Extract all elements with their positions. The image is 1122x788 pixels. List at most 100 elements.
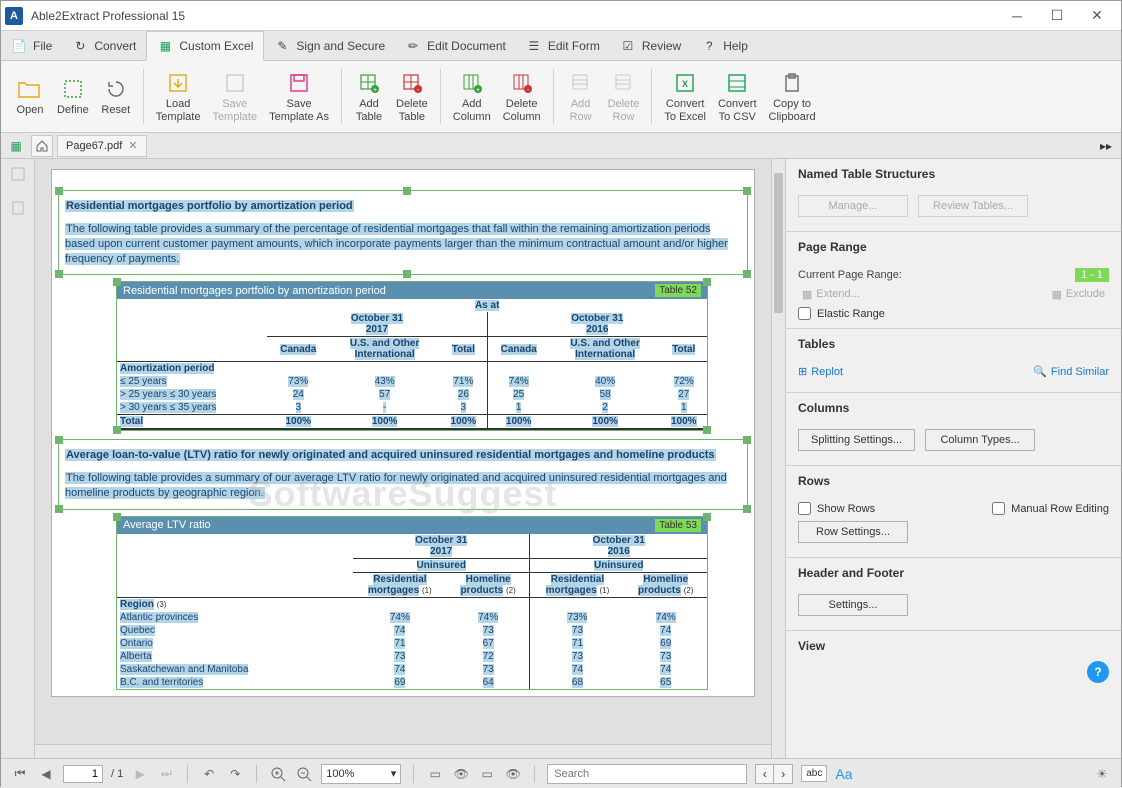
rotate-cw-button[interactable]: ↷ [226, 765, 244, 783]
zoom-out-button[interactable] [295, 765, 313, 783]
tabs-overflow[interactable]: ▸▸ [1095, 135, 1117, 157]
view-mode-2[interactable]: 👁 [452, 765, 470, 783]
clipboard-icon [779, 70, 805, 96]
search-next[interactable]: › [774, 765, 792, 783]
rp-named-title: Named Table Structures [786, 159, 1121, 185]
ribbon-to-csv[interactable]: Convert To CSV [712, 65, 763, 128]
search-input[interactable] [547, 764, 747, 784]
view-mode-1[interactable]: ▭ [426, 765, 444, 783]
replot-link[interactable]: ⊞Replot [798, 365, 843, 378]
splitting-settings-button[interactable]: Splitting Settings... [798, 429, 915, 451]
delete-table-icon: - [399, 70, 425, 96]
table-title: Residential mortgages portfolio by amort… [123, 285, 386, 297]
rp-rows-title: Rows [786, 465, 1121, 492]
left-toolbar [1, 159, 35, 758]
excel-icon: X [672, 70, 698, 96]
menu-edit-form[interactable]: ☰Edit Form [516, 31, 610, 60]
view-mode-4[interactable]: 👁 [504, 765, 522, 783]
exclude-icon: ▦ [1051, 288, 1061, 301]
excel-icon: ▦ [157, 38, 173, 54]
maximize-button[interactable]: ☐ [1037, 2, 1077, 30]
svg-text:+: + [476, 87, 480, 94]
elastic-range-check[interactable]: Elastic Range [798, 307, 1109, 320]
section-heading-2: Average loan-to-value (LTV) ratio for ne… [65, 449, 716, 461]
right-panel: Named Table Structures Manage... Review … [785, 159, 1121, 758]
rp-tables-title: Tables [786, 328, 1121, 355]
ribbon-to-excel[interactable]: XConvert To Excel [658, 65, 712, 128]
ribbon-add-table[interactable]: +Add Table [348, 65, 390, 128]
delete-column-icon: - [509, 70, 535, 96]
zoom-in-button[interactable] [269, 765, 287, 783]
titlebar: A Able2Extract Professional 15 ─ ☐ ✕ [1, 1, 1121, 31]
save-template-icon [222, 70, 248, 96]
theme-toggle[interactable]: ☀ [1093, 765, 1111, 783]
load-template-icon [165, 70, 191, 96]
ribbon-add-column[interactable]: +Add Column [447, 65, 497, 128]
app-title: Able2Extract Professional 15 [31, 9, 997, 23]
ribbon-open[interactable]: Open [9, 65, 51, 128]
edit-doc-icon: ✏ [405, 38, 421, 54]
rp-page-range-title: Page Range [786, 231, 1121, 258]
page-count: / 1 [111, 768, 123, 780]
hf-settings-button[interactable]: Settings... [798, 594, 908, 616]
tab-close-icon[interactable]: ✕ [128, 139, 137, 152]
menu-custom-excel[interactable]: ▦Custom Excel [146, 31, 264, 61]
menu-help[interactable]: ?Help [691, 31, 758, 60]
match-whole-word[interactable]: abc [801, 765, 827, 782]
delete-row-icon [611, 70, 637, 96]
prev-page-button[interactable]: ◀ [37, 765, 55, 783]
define-icon [60, 76, 86, 102]
next-page-button[interactable]: ▶ [131, 765, 149, 783]
rotate-ccw-button[interactable]: ↶ [200, 765, 218, 783]
page-thumbnails-icon[interactable] [7, 163, 29, 185]
current-range-label: Current Page Range: [798, 269, 902, 281]
row-settings-button[interactable]: Row Settings... [798, 521, 908, 543]
horizontal-scrollbar[interactable] [35, 744, 771, 758]
last-page-button[interactable]: ⏭ [157, 765, 175, 783]
table2-header-bar: Average LTV ratio Table 53 [117, 517, 707, 534]
menu-edit-document[interactable]: ✏Edit Document [395, 31, 516, 60]
view-mode-3[interactable]: ▭ [478, 765, 496, 783]
menu-sign-secure[interactable]: ✎Sign and Secure [264, 31, 395, 60]
home-tab[interactable] [31, 135, 53, 157]
convert-icon: ↻ [72, 38, 88, 54]
vertical-scrollbar[interactable] [771, 159, 785, 758]
ribbon-delete-table[interactable]: -Delete Table [390, 65, 434, 128]
menu-file[interactable]: 📄File [1, 31, 62, 60]
document-viewport[interactable]: Residential mortgages portfolio by amort… [35, 159, 785, 758]
column-types-button[interactable]: Column Types... [925, 429, 1035, 451]
section-para: The following table provides a summary o… [65, 223, 728, 265]
replot-icon: ⊞ [798, 365, 807, 378]
zoom-select[interactable]: 100%▾ [321, 764, 401, 784]
statusbar: ⏮ ◀ / 1 ▶ ⏭ ↶ ↷ 100%▾ ▭ 👁 ▭ 👁 ‹ › abc Aa… [1, 758, 1121, 788]
help-badge-icon[interactable]: ? [1087, 661, 1109, 683]
ribbon-define[interactable]: Define [51, 65, 95, 128]
find-similar-link[interactable]: 🔍Find Similar [1033, 365, 1109, 378]
ribbon-load-template[interactable]: Load Template [150, 65, 207, 128]
menu-convert[interactable]: ↻Convert [62, 31, 146, 60]
show-rows-check[interactable]: Show Rows [798, 502, 875, 515]
svg-text:+: + [373, 87, 377, 94]
manual-row-check[interactable]: Manual Row Editing [992, 502, 1109, 515]
table-53: October 31 2017October 31 2016 Uninsured… [117, 534, 707, 689]
thumbnails-toggle[interactable]: ▦ [5, 135, 27, 157]
ribbon-copy-clipboard[interactable]: Copy to Clipboard [763, 65, 822, 128]
section-heading: Residential mortgages portfolio by amort… [65, 200, 354, 212]
close-button[interactable]: ✕ [1077, 2, 1117, 30]
match-case[interactable]: Aa [835, 766, 852, 782]
attachments-icon[interactable] [7, 197, 29, 219]
search-nav: ‹ › [755, 764, 793, 784]
search-icon: 🔍 [1033, 365, 1047, 378]
ribbon-reset[interactable]: Reset [95, 65, 137, 128]
search-prev[interactable]: ‹ [756, 765, 774, 783]
minimize-button[interactable]: ─ [997, 2, 1037, 30]
page-input[interactable] [63, 765, 103, 783]
first-page-button[interactable]: ⏮ [11, 765, 29, 783]
menubar: 📄File ↻Convert ▦Custom Excel ✎Sign and S… [1, 31, 1121, 61]
menu-review[interactable]: ☑Review [610, 31, 691, 60]
ribbon-delete-column[interactable]: -Delete Column [497, 65, 547, 128]
rp-header-footer-title: Header and Footer [786, 557, 1121, 584]
document-tab[interactable]: Page67.pdf✕ [57, 135, 147, 157]
ribbon-save-template-as[interactable]: Save Template As [263, 65, 335, 128]
ribbon: Open Define Reset Load Template Save Tem… [1, 61, 1121, 133]
